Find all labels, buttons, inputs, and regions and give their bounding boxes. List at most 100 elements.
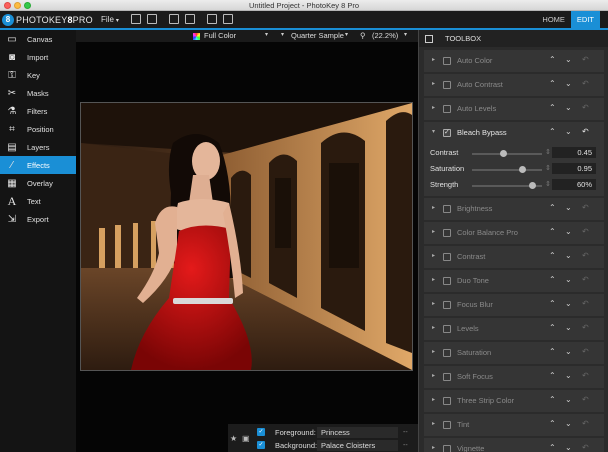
effect-enable-checkbox[interactable] — [443, 105, 451, 113]
open-icon[interactable] — [131, 14, 141, 24]
slider-knob[interactable] — [519, 166, 526, 173]
move-up-icon[interactable]: ⌃ — [549, 79, 556, 88]
chevron-down-icon[interactable]: ▾ — [432, 128, 435, 135]
quality-select[interactable]: Quarter Sample — [291, 31, 344, 40]
chevron-right-icon[interactable]: ▸ — [432, 252, 435, 259]
reset-icon[interactable]: ↶ — [582, 275, 589, 284]
file-menu[interactable]: File ▾ — [101, 15, 119, 24]
effect-enable-checkbox[interactable] — [443, 81, 451, 89]
save-icon[interactable] — [185, 14, 195, 24]
move-down-icon[interactable]: ⌄ — [565, 251, 572, 260]
move-up-icon[interactable]: ⌃ — [549, 395, 556, 404]
move-down-icon[interactable]: ⌄ — [565, 203, 572, 212]
reset-icon[interactable]: ↶ — [582, 79, 589, 88]
effect-header[interactable]: ▸ Auto Levels ⌃ ⌄ ↶ — [424, 98, 604, 120]
stepper-icon[interactable]: ⇕ — [545, 164, 551, 172]
fullscreen-icon[interactable] — [223, 14, 233, 24]
chevron-right-icon[interactable]: ▸ — [432, 300, 435, 307]
tab-edit[interactable]: EDIT — [570, 11, 600, 28]
sidebar-item-canvas[interactable]: ▭ Canvas — [0, 30, 76, 48]
move-down-icon[interactable]: ⌄ — [565, 395, 572, 404]
stepper-icon[interactable]: ⇕ — [545, 180, 551, 188]
reset-icon[interactable]: ↶ — [582, 443, 589, 452]
effect-header[interactable]: ▸ Auto Color ⌃ ⌄ ↶ — [424, 50, 604, 72]
effect-header[interactable]: ▸ Color Balance Pro ⌃ ⌄ ↶ — [424, 222, 604, 244]
effect-enable-checkbox[interactable] — [443, 277, 451, 285]
reset-icon[interactable]: ↶ — [582, 371, 589, 380]
effect-header[interactable]: ▸ Brightness ⌃ ⌄ ↶ — [424, 198, 604, 220]
effect-header[interactable]: ▸ Contrast ⌃ ⌄ ↶ — [424, 246, 604, 268]
chevron-down-icon[interactable]: ▾ — [404, 31, 407, 38]
move-down-icon[interactable]: ⌄ — [565, 55, 572, 64]
effect-enable-checkbox[interactable] — [443, 445, 451, 452]
move-down-icon[interactable]: ⌄ — [565, 299, 572, 308]
effect-enable-checkbox[interactable] — [443, 57, 451, 65]
move-up-icon[interactable]: ⌃ — [549, 103, 556, 112]
move-down-icon[interactable]: ⌄ — [565, 79, 572, 88]
move-up-icon[interactable]: ⌃ — [549, 203, 556, 212]
chevron-right-icon[interactable]: ▸ — [432, 348, 435, 355]
move-down-icon[interactable]: ⌄ — [565, 323, 572, 332]
param-value-field[interactable]: 0.45 — [552, 147, 596, 158]
print-icon[interactable] — [147, 14, 157, 24]
slider-knob[interactable] — [529, 182, 536, 189]
effect-enable-checkbox[interactable] — [443, 128, 451, 137]
reset-icon[interactable]: ↶ — [582, 127, 589, 136]
chevron-right-icon[interactable]: ▸ — [432, 56, 435, 63]
color-mode-select[interactable]: Full Color — [204, 31, 236, 40]
effect-header[interactable]: ▸ Tint ⌃ ⌄ ↶ — [424, 414, 604, 436]
stepper-icon[interactable]: ⇕ — [545, 148, 551, 156]
reset-icon[interactable]: ↶ — [582, 251, 589, 260]
move-up-icon[interactable]: ⌃ — [549, 275, 556, 284]
monitor-icon[interactable] — [207, 14, 217, 24]
chevron-right-icon[interactable]: ▸ — [432, 228, 435, 235]
param-slider[interactable] — [472, 166, 542, 173]
move-down-icon[interactable]: ⌄ — [565, 443, 572, 452]
move-up-icon[interactable]: ⌃ — [549, 227, 556, 236]
move-up-icon[interactable]: ⌃ — [549, 419, 556, 428]
move-up-icon[interactable]: ⌃ — [549, 323, 556, 332]
slider-knob[interactable] — [500, 150, 507, 157]
chevron-right-icon[interactable]: ▸ — [432, 276, 435, 283]
chevron-right-icon[interactable]: ▸ — [432, 324, 435, 331]
move-up-icon[interactable]: ⌃ — [549, 347, 556, 356]
background-visible-checkbox[interactable]: ✓ — [257, 441, 265, 449]
move-up-icon[interactable]: ⌃ — [549, 251, 556, 260]
effect-enable-checkbox[interactable] — [443, 205, 451, 213]
canvas-area[interactable] — [76, 42, 418, 452]
effect-header[interactable]: ▸ Levels ⌃ ⌄ ↶ — [424, 318, 604, 340]
reset-icon[interactable]: ↶ — [582, 227, 589, 236]
param-slider[interactable] — [472, 182, 542, 189]
move-up-icon[interactable]: ⌃ — [549, 443, 556, 452]
move-down-icon[interactable]: ⌄ — [565, 127, 572, 136]
chevron-right-icon[interactable]: ▸ — [432, 444, 435, 451]
move-up-icon[interactable]: ⌃ — [549, 299, 556, 308]
background-value[interactable]: Palace Cloisters — [317, 439, 398, 451]
move-up-icon[interactable]: ⌃ — [549, 371, 556, 380]
reset-icon[interactable]: ↶ — [582, 395, 589, 404]
chevron-down-icon[interactable]: ▾ — [265, 31, 268, 38]
move-up-icon[interactable]: ⌃ — [549, 127, 556, 136]
effect-enable-checkbox[interactable] — [443, 397, 451, 405]
effect-enable-checkbox[interactable] — [443, 301, 451, 309]
composited-photo[interactable] — [80, 102, 413, 371]
chevron-right-icon[interactable]: ▸ — [432, 104, 435, 111]
reset-icon[interactable]: ↶ — [582, 103, 589, 112]
move-down-icon[interactable]: ⌄ — [565, 103, 572, 112]
effect-header[interactable]: ▸ Duo Tone ⌃ ⌄ ↶ — [424, 270, 604, 292]
effect-header[interactable]: ▸ Vignette ⌃ ⌄ ↶ — [424, 438, 604, 452]
reset-icon[interactable]: ↶ — [582, 55, 589, 64]
move-down-icon[interactable]: ⌄ — [565, 419, 572, 428]
sidebar-item-export[interactable]: ⇲ Export — [0, 210, 76, 228]
reset-icon[interactable]: ↶ — [582, 419, 589, 428]
chevron-right-icon[interactable]: ▸ — [432, 396, 435, 403]
chevron-down-icon[interactable]: ▾ — [345, 31, 348, 38]
sidebar-item-key[interactable]: ⚿ Key — [0, 66, 76, 84]
effect-enable-checkbox[interactable] — [443, 349, 451, 357]
reset-icon[interactable]: ↶ — [582, 347, 589, 356]
sidebar-item-position[interactable]: ⌗ Position — [0, 120, 76, 138]
foreground-value[interactable]: Princess — [317, 426, 398, 438]
tab-home[interactable]: HOME — [536, 11, 571, 28]
param-slider[interactable] — [472, 150, 542, 157]
move-up-icon[interactable]: ⌃ — [549, 55, 556, 64]
